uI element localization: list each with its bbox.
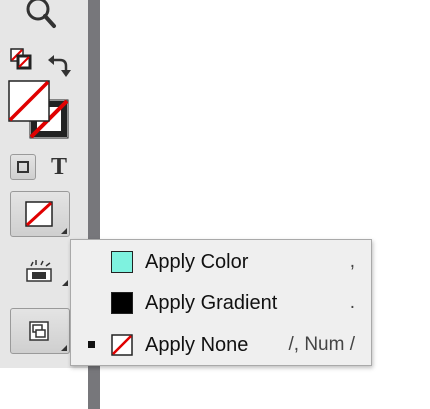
menu-item-shortcut: /, Num / <box>288 334 355 355</box>
container-icon <box>17 161 29 173</box>
menu-item-label: Apply Color <box>145 251 249 273</box>
menu-item-apply-none[interactable]: Apply None /, Num / <box>71 325 371 365</box>
menu-item-label: Apply None <box>145 334 249 356</box>
color-swatch-icon <box>111 251 133 273</box>
selected-bullet-icon <box>88 341 95 348</box>
menu-item-shortcut: . <box>349 292 355 313</box>
apply-fill-flyout-menu: Apply Color , Apply Gradient . Apply Non… <box>70 239 372 366</box>
format-container-button[interactable] <box>10 154 36 180</box>
fill-stroke-swatches[interactable] <box>8 80 72 142</box>
none-swatch-icon <box>111 334 133 356</box>
format-text-button[interactable]: T <box>46 153 72 181</box>
type-icon: T <box>50 154 67 180</box>
gradient-swatch-icon <box>111 292 133 314</box>
none-swatch-icon <box>25 201 53 227</box>
flyout-indicator <box>61 345 67 351</box>
screen-mode-button[interactable] <box>24 256 70 296</box>
menu-item-shortcut: , <box>349 251 355 272</box>
menu-item-label: Apply Gradient <box>145 292 278 314</box>
screen-mode-icon <box>26 260 68 286</box>
menu-item-apply-gradient[interactable]: Apply Gradient . <box>71 283 371 323</box>
zoom-tool-icon[interactable] <box>22 0 58 32</box>
view-mode-button[interactable] <box>10 308 70 354</box>
default-fill-stroke-icon[interactable] <box>10 48 34 70</box>
menu-item-apply-color[interactable]: Apply Color , <box>71 242 371 282</box>
preview-icon <box>29 321 49 341</box>
apply-none-button[interactable] <box>10 191 70 237</box>
swap-fill-stroke-icon[interactable] <box>46 52 72 78</box>
flyout-indicator <box>61 228 67 234</box>
